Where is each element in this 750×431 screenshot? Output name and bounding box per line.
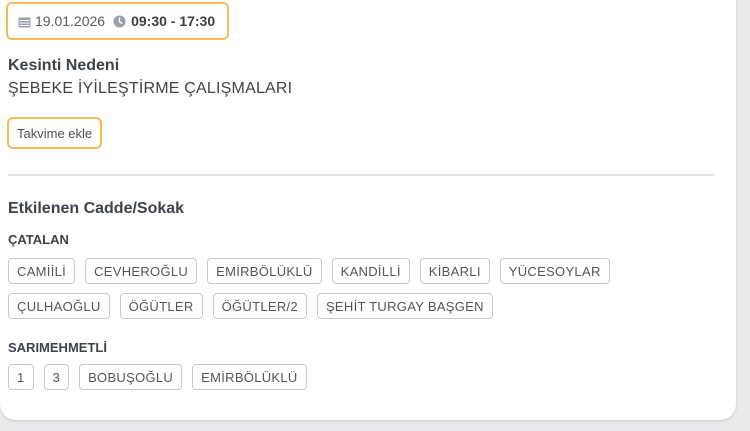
street-tag-row: 1 3 BOBUŞOĞLU EMİRBÖLÜKLÜ (8, 364, 307, 390)
outage-time: 09:30 - 17:30 (131, 13, 216, 29)
street-tag: 1 (8, 364, 34, 390)
clock-icon (113, 15, 126, 28)
street-tag-row: ÇULHAOĞLU ÖĞÜTLER ÖĞÜTLER/2 ŞEHİT TURGAY… (8, 293, 493, 319)
street-tag: KİBARLI (419, 258, 490, 284)
calendar-icon (18, 15, 31, 28)
street-tag: ÖĞÜTLER/2 (212, 293, 307, 319)
street-tag-row: CAMİİLİ CEVHEROĞLU EMİRBÖLÜKLÜ KANDİLLİ … (8, 258, 610, 284)
street-tag: ÇULHAOĞLU (8, 293, 110, 319)
street-tag: EMİRBÖLÜKLÜ (192, 364, 307, 390)
district-name: ÇATALAN (8, 232, 69, 247)
street-tag: EMİRBÖLÜKLÜ (207, 258, 322, 284)
affected-streets-title: Etkilenen Cadde/Sokak (8, 200, 185, 217)
street-tag: YÜCESOYLAR (499, 258, 610, 284)
outage-card: 19.01.2026 09:30 - 17:30 Kesinti Nedeni … (0, 0, 736, 420)
street-tag: 3 (43, 364, 70, 390)
street-tag: CEVHEROĞLU (85, 258, 198, 284)
district-name: SARIMEHMETLİ (8, 340, 107, 355)
street-tag: BOBUŞOĞLU (79, 364, 183, 390)
divider (8, 174, 714, 176)
outage-date: 19.01.2026 (35, 13, 106, 29)
reason-value: ŞEBEKE İYİLEŞTİRME ÇALIŞMALARI (8, 80, 293, 97)
street-tag: ŞEHİT TURGAY BAŞGEN (316, 293, 493, 319)
street-tag: CAMİİLİ (8, 258, 76, 284)
street-tag: KANDİLLİ (331, 258, 410, 284)
reason-label: Kesinti Nedeni (8, 57, 120, 74)
street-tag: ÖĞÜTLER (119, 293, 203, 319)
datetime-box: 19.01.2026 09:30 - 17:30 (6, 2, 230, 40)
add-to-calendar-button[interactable]: Takvime ekle (7, 117, 103, 149)
